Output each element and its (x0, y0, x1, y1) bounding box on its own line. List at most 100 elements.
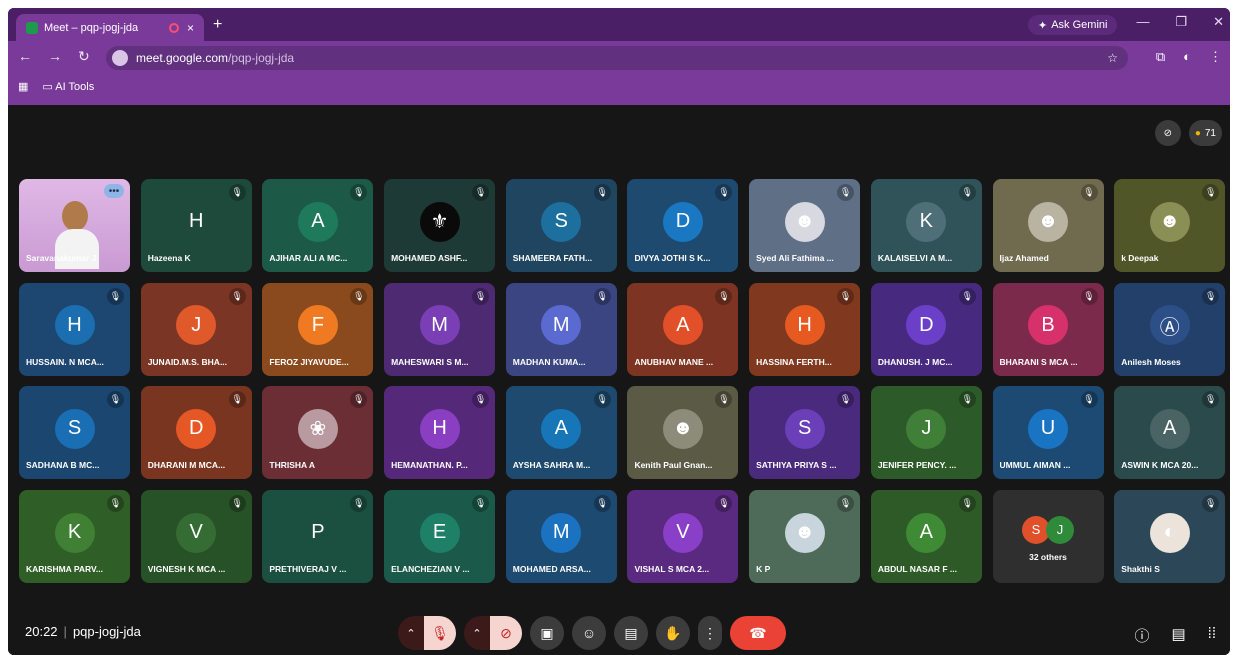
avatar: B (1028, 305, 1068, 346)
participant-tile[interactable]: K KALAISELVI A M... 🎙 (870, 179, 982, 272)
participant-tile[interactable]: J JENIFER PENCY. ... 🎙 (870, 386, 982, 480)
cast-icon[interactable]: ⧉ (1156, 49, 1165, 65)
participant-tile[interactable]: ☻ Ijaz Ahamed 🎙 (992, 179, 1104, 272)
camera-off-button[interactable]: ⊘ (490, 616, 522, 650)
activities-icon[interactable]: ⁞⁞ (1208, 625, 1216, 646)
hide-self-view-button[interactable]: ⊘ (1154, 120, 1181, 146)
mic-off-button[interactable]: 🎙 (424, 616, 456, 650)
participant-tile[interactable]: S SHAMEERA FATH... 🎙 (505, 179, 617, 272)
participant-tile[interactable]: H HUSSAIN. N MCA... 🎙 (19, 282, 130, 376)
avatar: J (1046, 515, 1074, 544)
mic-muted-icon: 🎙 (958, 287, 976, 305)
participant-tile[interactable]: ⚜ MOHAMED ASHF... 🎙 (384, 179, 496, 272)
close-window-icon[interactable]: ✕ (1213, 14, 1224, 30)
avatar: D (906, 305, 947, 346)
meeting-details-icon[interactable]: ⓘ (1134, 625, 1149, 646)
reload-icon[interactable]: ↻ (78, 48, 90, 65)
participant-name: UMMUL AIMAN ... (999, 460, 1071, 471)
chat-icon[interactable]: ▤ (1171, 625, 1185, 646)
participant-tile[interactable]: ☻ k Deepak 🎙 (1114, 179, 1226, 272)
avatar: M (541, 512, 582, 553)
participant-tile[interactable]: Ⓐ Anilesh Moses 🎙 (1114, 282, 1226, 376)
participant-tile[interactable]: A AYSHA SAHRA M... 🎙 (505, 386, 617, 480)
participant-tile[interactable]: ☻ K P 🎙 (749, 489, 861, 583)
participant-tile[interactable]: ☻ Kenith Paul Gnan... 🎙 (627, 386, 739, 480)
raise-hand-button[interactable]: ✋ (656, 616, 690, 650)
participant-tile[interactable]: H Hazeena K 🎙 (140, 179, 252, 272)
bookmark-folder-label: AI Tools (55, 81, 95, 93)
participant-tile[interactable]: D DIVYA JOTHI S K... 🎙 (627, 179, 739, 272)
tab-meet[interactable]: Meet – pqp-jogj-jda × (16, 14, 204, 41)
participant-tile[interactable]: A ABDUL NASAR F ... 🎙 (870, 489, 982, 583)
bottom-bar: 20:22 | pqp-jogj-jda ⌃ 🎙 ⌃ ⊘ ▣ ☺ ▤ ✋ ⋮ ☎ ⓘ… (8, 612, 1230, 655)
site-info-icon[interactable] (112, 50, 128, 66)
participant-tile[interactable]: M MAHESWARI S M... 🎙 (384, 282, 496, 376)
address-bar[interactable]: meet.google.com /pqp-jogj-jda ☆ (106, 46, 1128, 70)
camera-off-icon: ⊘ (1163, 127, 1173, 139)
avatar: E (419, 512, 460, 553)
new-tab-button[interactable]: + (213, 16, 222, 34)
participant-tile[interactable]: F FEROZ JIYAVUDE... 🎙 (262, 282, 374, 376)
forward-icon[interactable]: → (48, 48, 62, 65)
participant-tile[interactable]: ❀ THRISHA A 🎙 (262, 386, 374, 480)
participant-tile[interactable]: ◐ Shakthi S 🎙 (1114, 489, 1226, 583)
call-controls: ⌃ 🎙 ⌃ ⊘ ▣ ☺ ▤ ✋ ⋮ ☎ (398, 616, 786, 650)
captions-button[interactable]: ▤ (614, 616, 648, 650)
mic-muted-icon: 🎙 (350, 391, 368, 409)
participant-tile[interactable]: S SADHANA B MC... 🎙 (19, 386, 130, 480)
participant-tile[interactable]: M MADHAN KUMA... 🎙 (505, 282, 617, 376)
profile-icon[interactable]: ◐ (1183, 49, 1191, 65)
mic-muted-icon: 🎙 (715, 494, 733, 512)
minimize-icon[interactable]: — (1136, 14, 1149, 30)
participant-tile[interactable]: A AJIHAR ALI A MC... 🎙 (262, 179, 374, 272)
video-options-chevron-icon[interactable]: ⌃ (464, 616, 490, 650)
participant-name: ASWIN K MCA 20... (1121, 460, 1199, 471)
leave-call-button[interactable]: ☎ (730, 616, 786, 650)
emoji-reactions-button[interactable]: ☺ (572, 616, 606, 650)
participant-tile[interactable]: A ANUBHAV MANE ... 🎙 (627, 282, 739, 376)
participant-tile[interactable]: S J 32 others (992, 489, 1104, 583)
close-tab-icon[interactable]: × (187, 21, 194, 35)
participants-count-button[interactable]: ● 71 (1188, 120, 1222, 146)
participant-tile[interactable]: J JUNAID.M.S. BHA... 🎙 (140, 282, 252, 376)
ask-gemini-button[interactable]: ✦ Ask Gemini (1028, 15, 1118, 35)
back-icon[interactable]: ← (18, 48, 32, 65)
participant-name: SHAMEERA FATH... (512, 253, 593, 263)
participant-tile[interactable]: K KARISHMA PARV... 🎙 (19, 489, 130, 583)
restore-icon[interactable]: ❐ (1175, 14, 1187, 30)
participant-tile[interactable]: ☻ Syed Ali Fathima ... 🎙 (749, 179, 861, 272)
tile-options-icon[interactable]: ••• (104, 184, 124, 198)
avatar: M (419, 305, 460, 346)
participant-tile[interactable]: E ELANCHEZIAN V ... 🎙 (384, 489, 496, 583)
participant-tile[interactable]: ••• Saravanakumar J (19, 179, 130, 272)
participant-name: ABDUL NASAR F ... (877, 563, 957, 574)
present-screen-button[interactable]: ▣ (530, 616, 564, 650)
participant-tile[interactable]: S SATHIYA PRIYA S ... 🎙 (749, 386, 861, 480)
url-path: /pqp-jogj-jda (228, 51, 295, 65)
url-host: meet.google.com (136, 51, 229, 65)
participant-tile[interactable]: M MOHAMED ARSA... 🎙 (505, 489, 617, 583)
participant-tile[interactable]: D DHARANI M MCA... 🎙 (140, 386, 252, 480)
participant-tile[interactable]: U UMMUL AIMAN ... 🎙 (992, 386, 1104, 480)
audio-options-chevron-icon[interactable]: ⌃ (398, 616, 424, 650)
menu-icon[interactable]: ⋮ (1209, 49, 1222, 65)
participant-tile[interactable]: B BHARANI S MCA ... 🎙 (992, 282, 1104, 376)
bookmark-folder[interactable]: ▭ AI Tools (42, 80, 94, 93)
participant-grid: ••• Saravanakumar J H Hazeena K 🎙 A AJIHAR ALI… (19, 179, 1226, 583)
participant-tile[interactable]: P PRETHIVERAJ V ... 🎙 (262, 489, 374, 583)
mic-muted-icon: 🎙 (107, 287, 124, 305)
bottom-right-controls: ⓘ ▤ ⁞⁞ (1134, 625, 1216, 646)
participant-tile[interactable]: V VISHAL S MCA 2... 🎙 (627, 489, 739, 583)
participant-tile[interactable]: D DHANUSH. J MC... 🎙 (870, 282, 982, 376)
participant-tile[interactable]: A ASWIN K MCA 20... 🎙 (1114, 386, 1226, 480)
bookmark-star-icon[interactable]: ☆ (1107, 51, 1118, 65)
apps-icon[interactable]: ▦ (18, 80, 28, 93)
more-options-button[interactable]: ⋮ (698, 616, 722, 650)
participant-tile[interactable]: V VIGNESH K MCA ... 🎙 (140, 489, 252, 583)
participant-tile[interactable]: H HEMANATHAN. P... 🎙 (384, 386, 496, 480)
avatar: ☻ (1028, 201, 1068, 242)
avatar: K (906, 201, 947, 242)
participant-tile[interactable]: H HASSINA FERTH... 🎙 (749, 282, 861, 376)
mic-muted-icon: 🎙 (1080, 391, 1098, 409)
participant-name: Ijaz Ahamed (999, 253, 1049, 263)
